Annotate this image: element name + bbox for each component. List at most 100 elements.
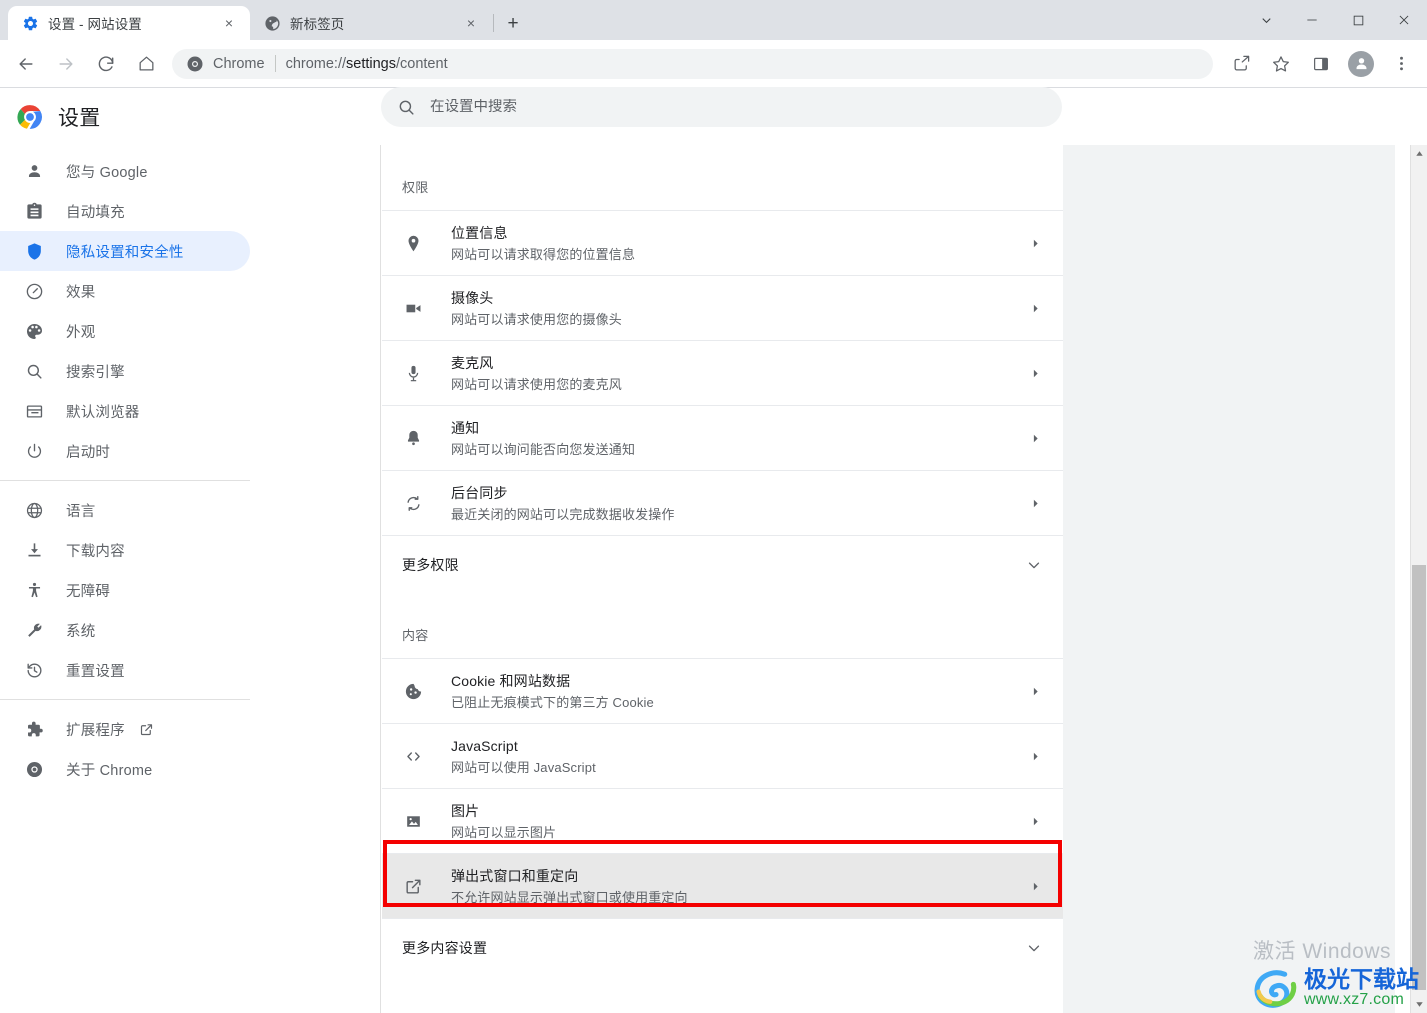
page-scrollbar[interactable] [1410,145,1427,1013]
bell-icon [403,428,423,448]
sidebar-item-label: 下载内容 [66,543,125,560]
chevron-down-icon[interactable] [1025,556,1043,574]
clipboard-icon [24,201,44,221]
cookie-icon [403,681,423,701]
close-window-button[interactable] [1381,0,1427,40]
sidebar-item-default-browser[interactable]: 默认浏览器 [0,391,250,431]
tab-new-tab[interactable]: 新标签页 × [250,6,492,40]
url-host: settings [346,55,396,72]
sidebar-item-about-chrome[interactable]: 关于 Chrome [0,749,250,789]
sidebar-item-label: 关于 Chrome [66,762,153,779]
settings-search-box[interactable] [381,87,1062,127]
sidebar-item-accessibility[interactable]: 无障碍 [0,570,250,610]
back-arrow-icon[interactable] [10,48,42,80]
sidebar-item-languages[interactable]: 语言 [0,490,250,530]
chevron-right-icon[interactable] [1027,430,1043,446]
chevron-right-icon[interactable] [1027,813,1043,829]
setting-subtitle: 网站可以请求使用您的摄像头 [451,311,622,327]
share-icon[interactable] [1225,48,1257,80]
setting-row-popups-and-redirects[interactable]: 弹出式窗口和重定向 不允许网站显示弹出式窗口或使用重定向 [382,853,1063,918]
palette-icon [24,321,44,341]
expand-row-more-permissions[interactable]: 更多权限 [382,535,1063,593]
avatar[interactable] [1348,50,1374,77]
setting-title: 通知 [451,419,480,436]
person-icon [24,161,44,181]
setting-subtitle: 网站可以询问能否向您发送通知 [451,441,636,457]
url-path: /content [396,55,448,72]
setting-subtitle: 网站可以使用 JavaScript [451,759,596,775]
sidebar-item-privacy-and-security[interactable]: 隐私设置和安全性 [0,231,250,271]
setting-row-camera[interactable]: 摄像头 网站可以请求使用您的摄像头 [382,275,1063,340]
sidebar-item-performance[interactable]: 效果 [0,271,250,311]
chrome-logo [17,104,43,130]
setting-title: 摄像头 [451,289,494,306]
scrollbar-up-arrow[interactable] [1411,145,1427,162]
setting-row-location[interactable]: 位置信息 网站可以请求取得您的位置信息 [382,210,1063,275]
sidebar-item-downloads[interactable]: 下载内容 [0,530,250,570]
maximize-button[interactable] [1335,0,1381,40]
setting-row-notifications[interactable]: 通知 网站可以询问能否向您发送通知 [382,405,1063,470]
search-icon [24,361,44,381]
setting-title: 弹出式窗口和重定向 [451,867,579,884]
sidebar-item-label: 效果 [66,284,96,301]
browser-toolbar: Chrome chrome://settings/content [0,40,1427,88]
new-tab-button[interactable]: + [499,9,527,37]
chevron-right-icon[interactable] [1027,683,1043,699]
sidebar-item-autofill[interactable]: 自动填充 [0,191,250,231]
sidebar-item-label: 无障碍 [66,583,111,600]
setting-row-background-sync[interactable]: 后台同步 最近关闭的网站可以完成数据收发操作 [382,470,1063,535]
chevron-right-icon[interactable] [1027,748,1043,764]
three-dot-menu-icon[interactable] [1385,48,1417,80]
expand-row-more-content-settings[interactable]: 更多内容设置 [382,918,1063,976]
sidebar-item-appearance[interactable]: 外观 [0,311,250,351]
search-input[interactable] [430,99,1046,115]
chevron-right-icon[interactable] [1027,300,1043,316]
sidebar-item-system[interactable]: 系统 [0,610,250,650]
minimize-button[interactable] [1289,0,1335,40]
navigation-buttons [0,48,166,80]
scrollbar-down-arrow[interactable] [1411,996,1427,1013]
scrollbar-thumb[interactable] [1412,565,1426,990]
setting-row-images[interactable]: 图片 网站可以显示图片 [382,788,1063,853]
setting-subtitle: 不允许网站显示弹出式窗口或使用重定向 [451,889,688,905]
sidebar-item-search-engine[interactable]: 搜索引擎 [0,351,250,391]
tab-settings[interactable]: 设置 - 网站设置 × [8,6,250,40]
sidebar-item-extensions[interactable]: 扩展程序 [0,709,250,749]
tab-close-button[interactable]: × [460,12,482,34]
reload-icon[interactable] [90,48,122,80]
speedometer-icon [24,281,44,301]
setting-row-text: 位置信息 网站可以请求取得您的位置信息 [451,223,1027,264]
sidebar-item-label: 外观 [66,324,96,341]
accessibility-icon [24,580,44,600]
setting-row-javascript[interactable]: JavaScript 网站可以使用 JavaScript [382,723,1063,788]
side-panel-icon[interactable] [1305,48,1337,80]
setting-row-microphone[interactable]: 麦克风 网站可以请求使用您的麦克风 [382,340,1063,405]
sidebar-item-you-and-google[interactable]: 您与 Google [0,151,250,191]
star-icon[interactable] [1265,48,1297,80]
expand-label: 更多权限 [402,556,459,573]
tab-search-chevron-down-icon[interactable] [1243,0,1289,40]
omnibox-divider [274,55,276,72]
chevron-down-icon[interactable] [1025,939,1043,957]
forward-arrow-icon[interactable] [50,48,82,80]
video-camera-icon [403,298,423,318]
setting-row-cookies[interactable]: Cookie 和网站数据 已阻止无痕模式下的第三方 Cookie [382,658,1063,723]
home-icon[interactable] [130,48,162,80]
chevron-right-icon[interactable] [1027,235,1043,251]
settings-gear-icon [22,15,39,32]
sidebar-item-label: 您与 Google [66,164,148,181]
sidebar-divider [0,480,250,481]
tab-close-button[interactable]: × [218,12,240,34]
address-bar[interactable]: Chrome chrome://settings/content [172,48,1213,79]
chevron-right-icon[interactable] [1027,878,1043,894]
setting-row-text: 后台同步 最近关闭的网站可以完成数据收发操作 [451,483,1027,524]
wrench-icon [24,620,44,640]
sidebar-item-reset-settings[interactable]: 重置设置 [0,650,250,690]
chevron-right-icon[interactable] [1027,495,1043,511]
chevron-right-icon[interactable] [1027,365,1043,381]
code-brackets-icon [403,746,423,766]
sidebar-item-label: 语言 [66,503,96,520]
sidebar-item-label: 重置设置 [66,663,125,680]
sidebar-item-label: 搜索引擎 [66,364,125,381]
sidebar-item-on-startup[interactable]: 启动时 [0,431,250,471]
